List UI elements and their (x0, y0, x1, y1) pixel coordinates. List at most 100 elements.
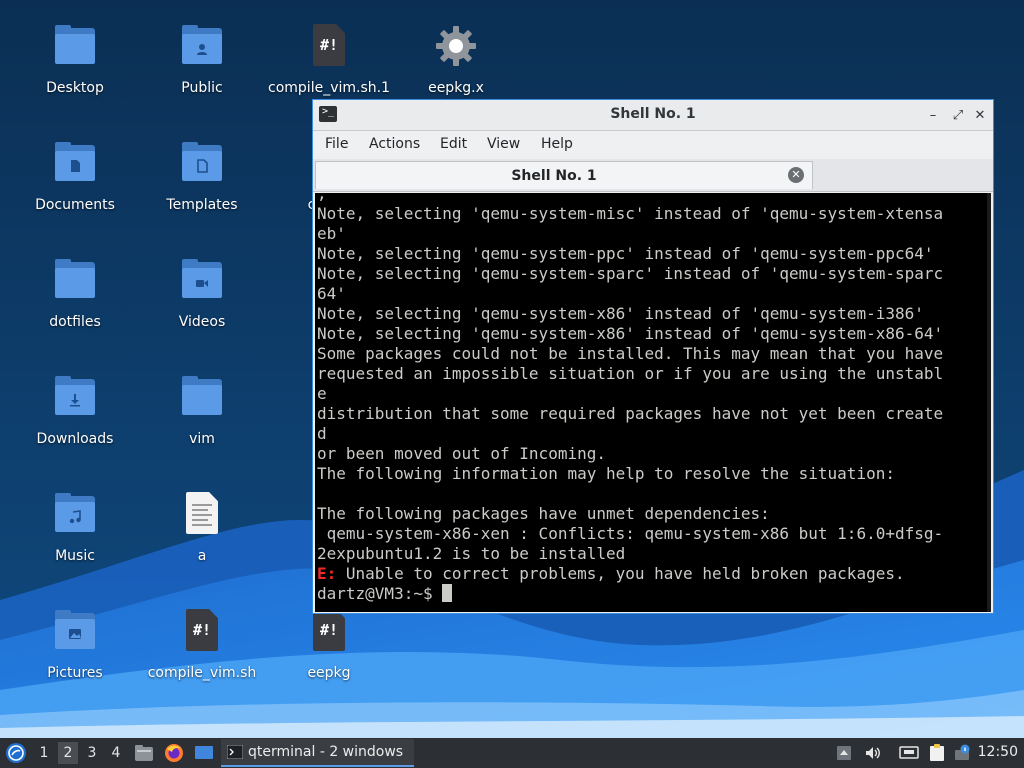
minimize-button[interactable]: – (923, 105, 943, 125)
show-desktop-button[interactable] (192, 738, 216, 768)
terminal-line: Note, selecting 'qemu-system-ppc' instea… (317, 244, 934, 263)
desktop-icon-label: dotfiles (49, 314, 101, 330)
desktop-icon-label: Downloads (36, 431, 114, 447)
terminal-line: Some packages could not be installed. Th… (317, 344, 944, 363)
desktop-icon-label: vim (189, 431, 215, 447)
desktop-icon-templates[interactable]: Templates (142, 137, 262, 237)
terminal-text: , Note, selecting 'qemu-system-misc' inst… (317, 193, 943, 604)
tab-shell-1[interactable]: Shell No. 1 ✕ (315, 161, 813, 189)
workspace-4[interactable]: 4 (106, 742, 126, 764)
desktop-icon-music[interactable]: Music (15, 488, 135, 588)
taskbar: 1 2 3 4 qterminal - 2 windows 12:50 (0, 738, 1024, 768)
desktop-icon-label: compile_vim.sh.1 (268, 80, 390, 96)
tray-clipboard[interactable] (926, 738, 948, 768)
terminal-line: distribution that some required packages… (317, 404, 944, 423)
desktop-icon-dotfiles[interactable]: dotfiles (15, 254, 135, 354)
file-manager-icon (135, 745, 153, 761)
tab-close-icon[interactable]: ✕ (788, 167, 804, 183)
desktop-icon-label: eepkg.x (428, 80, 484, 96)
desktop-icon-label: Pictures (47, 665, 103, 681)
start-menu-button[interactable] (4, 738, 28, 768)
update-arrow-icon (837, 746, 851, 760)
desktop-icon-documents[interactable]: Documents (15, 137, 135, 237)
desktop-icon-label: a (197, 548, 207, 564)
download-arrow-icon (68, 393, 82, 407)
desktop-icon-label: Documents (35, 197, 115, 213)
desktop-icon-compile-vim-sh[interactable]: #! compile_vim.sh (142, 605, 262, 705)
folder-icon (178, 22, 226, 70)
desktop-icon-desktop[interactable]: Desktop (15, 20, 135, 120)
desktop-icon-vim[interactable]: vim (142, 371, 262, 471)
terminal-line: Note, selecting 'qemu-system-sparc' inst… (317, 264, 944, 283)
lubuntu-logo-icon (6, 743, 26, 763)
menu-view[interactable]: View (487, 136, 520, 152)
terminal-line: 2expubuntu1.2 is to be installed (317, 544, 626, 563)
workspace-3[interactable]: 3 (82, 742, 102, 764)
text-file-icon (178, 490, 226, 538)
tray-network[interactable] (898, 738, 920, 768)
text-cursor (442, 584, 453, 602)
folder-icon (51, 22, 99, 70)
firefox-launcher[interactable] (162, 738, 186, 768)
window-title: Shell No. 1 (610, 106, 696, 122)
desktop-icon-a[interactable]: a (142, 488, 262, 588)
minimize-icon: – (929, 107, 937, 123)
terminal-line: Note, selecting 'qemu-system-misc' inste… (317, 204, 944, 223)
shell-script-icon: #! (305, 22, 353, 70)
menu-actions[interactable]: Actions (369, 136, 420, 152)
close-button[interactable]: ✕ (970, 105, 990, 125)
menu-file[interactable]: File (325, 136, 348, 152)
terminal-output[interactable]: , Note, selecting 'qemu-system-misc' inst… (315, 193, 991, 612)
shell-script-icon: #! (178, 607, 226, 655)
error-prefix: E: (317, 564, 337, 583)
maximize-icon: ⤢ (952, 107, 964, 123)
window-titlebar[interactable]: >_ Shell No. 1 – ⤢ ✕ (313, 100, 993, 131)
folder-icon (178, 139, 226, 187)
terminal-line: The following packages have unmet depend… (317, 504, 770, 523)
desktop-icon-label: Public (181, 80, 223, 96)
terminal-window: >_ Shell No. 1 – ⤢ ✕ File Actions Edit V… (312, 99, 994, 614)
tray-updates[interactable] (834, 738, 854, 768)
terminal-line: requested an impossible situation or if … (317, 364, 944, 383)
volume-icon (866, 747, 880, 759)
clock[interactable]: 12:50 (978, 744, 1018, 760)
desktop-icon-label: eepkg (307, 665, 351, 681)
terminal-line: d (317, 424, 327, 443)
clipboard-icon (930, 744, 944, 761)
desktop-icon-label: Music (55, 548, 95, 564)
terminal-line: Note, selecting 'qemu-system-x86' instea… (317, 324, 944, 343)
tray-notification[interactable] (952, 738, 974, 768)
workspace-2[interactable]: 2 (58, 742, 78, 764)
terminal-scrollbar[interactable] (987, 193, 991, 612)
desktop-icon-downloads[interactable]: Downloads (15, 371, 135, 471)
desktop-icon-label: Templates (166, 197, 238, 213)
desktop-icon-pictures[interactable]: Pictures (15, 605, 135, 705)
terminal-line: e (317, 384, 327, 403)
tab-label: Shell No. 1 (511, 168, 597, 184)
taskbar-task-qterminal[interactable]: qterminal - 2 windows (221, 739, 414, 767)
person-icon (195, 42, 209, 56)
terminal-line: The following information may help to re… (317, 464, 895, 483)
desktop-icon-eepkg[interactable]: #! eepkg (269, 605, 389, 705)
terminal-line: qemu-system-x86-xen : Conflicts: qemu-sy… (317, 524, 944, 543)
picture-icon (68, 627, 82, 641)
terminal-line: 64' (317, 284, 346, 303)
firefox-icon (165, 744, 183, 762)
menu-help[interactable]: Help (541, 136, 573, 152)
desktop-icon-videos[interactable]: Videos (142, 254, 262, 354)
folder-icon (178, 256, 226, 304)
video-camera-icon (195, 276, 209, 290)
file-manager-launcher[interactable] (132, 738, 156, 768)
folder-icon (51, 490, 99, 538)
terminal-line: or been moved out of Incoming. (317, 444, 606, 463)
menu-edit[interactable]: Edit (440, 136, 467, 152)
terminal-prompt-line[interactable]: dartz@VM3:~$ (317, 584, 943, 604)
desktop-icon-public[interactable]: Public (142, 20, 262, 120)
gear-icon (432, 22, 480, 70)
maximize-button[interactable]: ⤢ (948, 105, 968, 125)
folder-icon (51, 256, 99, 304)
tray-volume[interactable] (862, 738, 884, 768)
workspace-1[interactable]: 1 (34, 742, 54, 764)
terminal-line: , (317, 193, 327, 203)
